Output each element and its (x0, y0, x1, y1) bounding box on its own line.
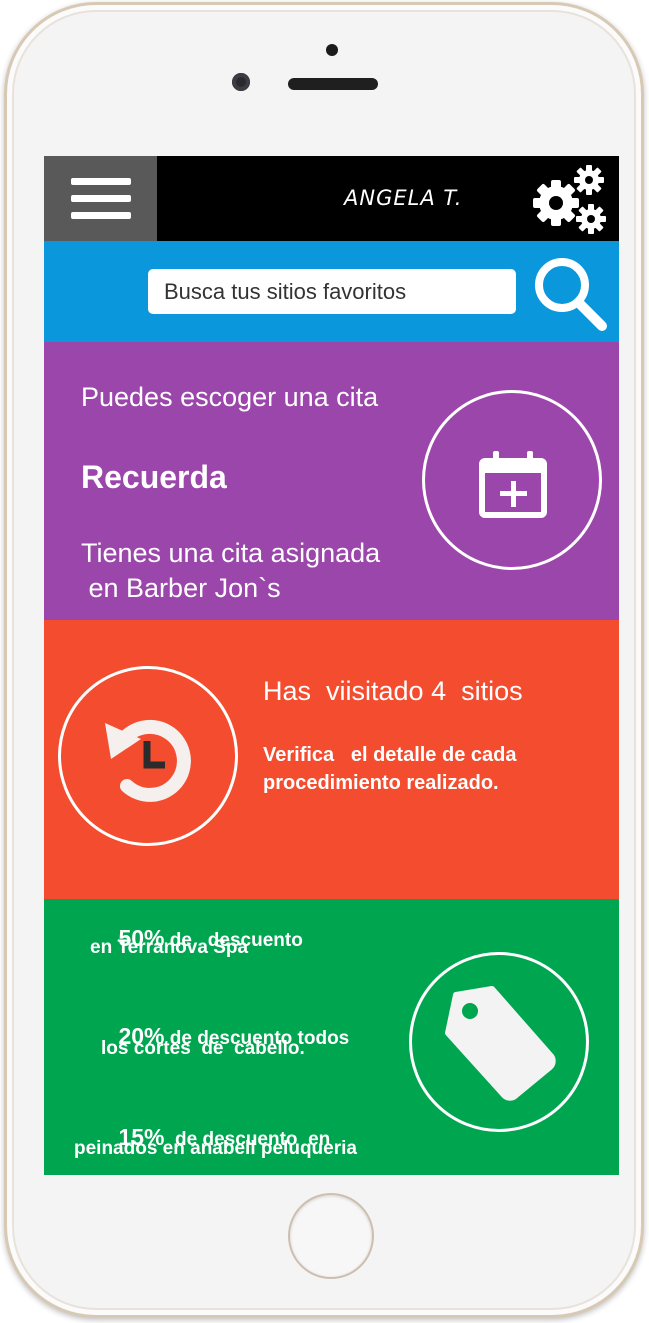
front-camera (232, 73, 250, 91)
history-panel[interactable]: Has viisitado 4 sitios Verifica el detal… (44, 620, 619, 899)
add-appointment-button[interactable] (422, 390, 602, 570)
choose-appointment-text: Puedes escoger una cita (81, 382, 379, 412)
home-button[interactable] (288, 1193, 374, 1279)
appointment-line-2: en Barber Jon`s (81, 573, 281, 603)
settings-button[interactable] (529, 161, 609, 236)
discount-line-2: peinados en anabell peluqueria (74, 1138, 357, 1159)
reminder-heading: Recuerda (81, 459, 227, 495)
user-name[interactable]: ANGELA T. (344, 186, 494, 210)
discounts-button[interactable] (409, 952, 589, 1132)
history-detail-line-2: procedimiento realizado. (263, 772, 499, 794)
menu-button[interactable] (44, 156, 157, 241)
search-input[interactable] (148, 269, 516, 314)
discount-line-2: los cortes de cabello. (101, 1038, 305, 1059)
front-sensor-dot (326, 44, 338, 56)
earpiece-speaker (288, 78, 378, 90)
phone-frame: ANGELA T. Busca tus sitios favoritos Pue… (4, 2, 644, 1318)
visited-count-text: Has viisitado 4 sitios (263, 676, 523, 706)
search-bar (44, 241, 619, 342)
appointment-panel[interactable]: Puedes escoger una cita Recuerda Tienes … (44, 342, 619, 620)
history-button[interactable] (58, 666, 238, 846)
gears-icon (533, 165, 606, 234)
calendar-add-icon (479, 451, 547, 518)
appointment-line-1: Tienes una cita asignada (81, 538, 381, 568)
app-screen: ANGELA T. Busca tus sitios favoritos Pue… (44, 156, 619, 1175)
search-button[interactable] (532, 253, 608, 333)
top-bar: ANGELA T. (44, 156, 619, 241)
history-clock-icon (105, 719, 191, 802)
price-tag-icon (445, 986, 556, 1101)
magnifier-icon (535, 258, 607, 331)
discount-line-2: en Terranova Spa (90, 937, 249, 958)
discounts-panel[interactable]: 50% de descuento en Terranova Spa 20% de… (44, 899, 619, 1175)
history-detail-line-1: Verifica el detalle de cada (263, 744, 517, 766)
